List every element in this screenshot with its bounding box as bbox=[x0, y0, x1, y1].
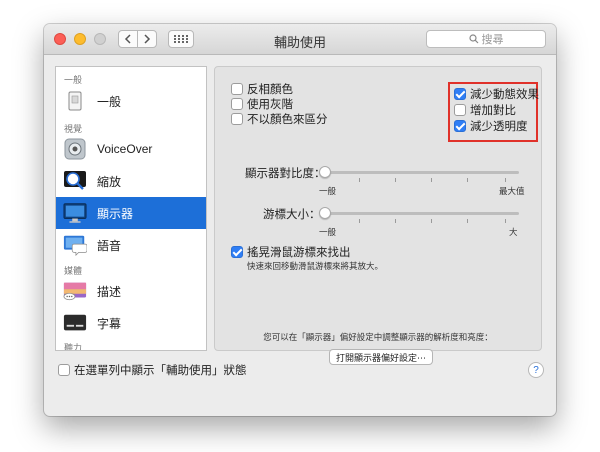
help-button[interactable]: ? bbox=[528, 362, 544, 378]
slider-tick bbox=[359, 178, 360, 182]
sidebar-item-descriptions[interactable]: 描述 bbox=[56, 275, 206, 307]
sidebar-item-label: 縮放 bbox=[97, 174, 122, 189]
cursor-size-label: 游標大小： bbox=[263, 209, 321, 221]
slider-tick bbox=[395, 178, 396, 182]
cursor-max-label: 大 bbox=[509, 227, 518, 237]
sidebar-item-label: 顯示器 bbox=[97, 206, 134, 221]
reduce-motion-checkbox[interactable] bbox=[454, 88, 466, 100]
slider-tick bbox=[431, 178, 432, 182]
reduce-transparency-checkbox[interactable] bbox=[454, 120, 466, 132]
slider-tick bbox=[505, 219, 506, 223]
sidebar-item-speech[interactable]: 語音 bbox=[56, 229, 206, 261]
title-bar: 輔助使用 搜尋 bbox=[44, 24, 556, 55]
slider-tick bbox=[467, 219, 468, 223]
grayscale-label: 使用灰階 bbox=[247, 99, 293, 111]
descriptions-icon bbox=[63, 279, 87, 303]
search-field[interactable]: 搜尋 bbox=[426, 30, 546, 48]
sidebar-item-label: 一般 bbox=[97, 94, 122, 109]
voiceover-icon bbox=[63, 137, 87, 161]
sidebar-section-hearing: 聽力 bbox=[64, 343, 83, 351]
contrast-label: 顯示器對比度： bbox=[245, 168, 326, 180]
reduce-transparency-label: 減少透明度 bbox=[470, 121, 528, 133]
contrast-slider-knob[interactable] bbox=[319, 166, 331, 178]
cursor-min-label: 一般 bbox=[319, 227, 337, 237]
sidebar-item-general[interactable]: 一般 bbox=[56, 85, 206, 117]
reduce-motion-label: 減少動態效果 bbox=[470, 89, 539, 101]
zoom-icon bbox=[63, 169, 87, 193]
cursor-size-slider-knob[interactable] bbox=[319, 207, 331, 219]
increase-contrast-label: 增加對比 bbox=[470, 105, 516, 117]
invert-colors-label: 反相顏色 bbox=[247, 84, 293, 96]
grayscale-checkbox[interactable] bbox=[231, 98, 243, 110]
sidebar-item-label: 描述 bbox=[97, 284, 122, 299]
invert-colors-checkbox[interactable] bbox=[231, 83, 243, 95]
open-display-prefs-button[interactable]: 打開顯示器偏好設定⋯ bbox=[329, 349, 434, 365]
sidebar-item-captions[interactable]: 字幕 bbox=[56, 307, 206, 339]
shake-to-locate-description: 快速來回移動滑鼠游標來將其放大。 bbox=[247, 261, 384, 271]
contrast-max-label: 最大值 bbox=[499, 186, 525, 196]
differentiate-without-color-checkbox[interactable] bbox=[231, 113, 243, 125]
sidebar-item-zoom[interactable]: 縮放 bbox=[56, 165, 206, 197]
sidebar-item-label: VoiceOver bbox=[97, 142, 153, 156]
shake-to-locate-label: 搖晃滑鼠游標來找出 bbox=[247, 247, 351, 259]
speech-icon bbox=[63, 233, 87, 257]
display-prefs-note: 您可以在「顯示器」偏好設定中調整顯示器的解析度和亮度： bbox=[263, 332, 493, 342]
sidebar-item-display[interactable]: 顯示器 bbox=[56, 197, 206, 229]
slider-tick bbox=[467, 178, 468, 182]
contrast-slider-track[interactable] bbox=[323, 171, 519, 174]
accessibility-window: 輔助使用 搜尋 一般 一般 視覺 VoiceOver 縮放 顯示器 語音 媒體 … bbox=[44, 24, 556, 416]
contrast-min-label: 一般 bbox=[319, 186, 337, 196]
shake-to-locate-checkbox[interactable] bbox=[231, 246, 243, 258]
search-placeholder: 搜尋 bbox=[481, 34, 504, 46]
increase-contrast-checkbox[interactable] bbox=[454, 104, 466, 116]
cursor-size-slider-track[interactable] bbox=[323, 212, 519, 215]
differentiate-without-color-label: 不以顏色來區分 bbox=[247, 114, 328, 126]
captions-icon bbox=[63, 311, 87, 335]
sidebar-item-label: 語音 bbox=[97, 238, 122, 253]
display-icon bbox=[63, 201, 87, 225]
sidebar-item-label: 字幕 bbox=[97, 316, 122, 331]
sidebar[interactable]: 一般 一般 視覺 VoiceOver 縮放 顯示器 語音 媒體 描述 字幕 聽力 bbox=[55, 66, 207, 351]
slider-tick bbox=[505, 178, 506, 182]
search-icon bbox=[468, 34, 478, 44]
general-icon bbox=[63, 89, 87, 113]
show-in-menubar-checkbox[interactable] bbox=[58, 364, 70, 376]
slider-tick bbox=[359, 219, 360, 223]
sidebar-item-voiceover[interactable]: VoiceOver bbox=[56, 133, 206, 165]
slider-tick bbox=[395, 219, 396, 223]
show-in-menubar-label: 在選單列中顯示「輔助使用」狀態 bbox=[74, 365, 247, 377]
display-settings-pane: 反相顏色 使用灰階 不以顏色來區分 減少動態效果 增加對比 減少透明度 顯示器對… bbox=[214, 66, 542, 365]
slider-tick bbox=[431, 219, 432, 223]
